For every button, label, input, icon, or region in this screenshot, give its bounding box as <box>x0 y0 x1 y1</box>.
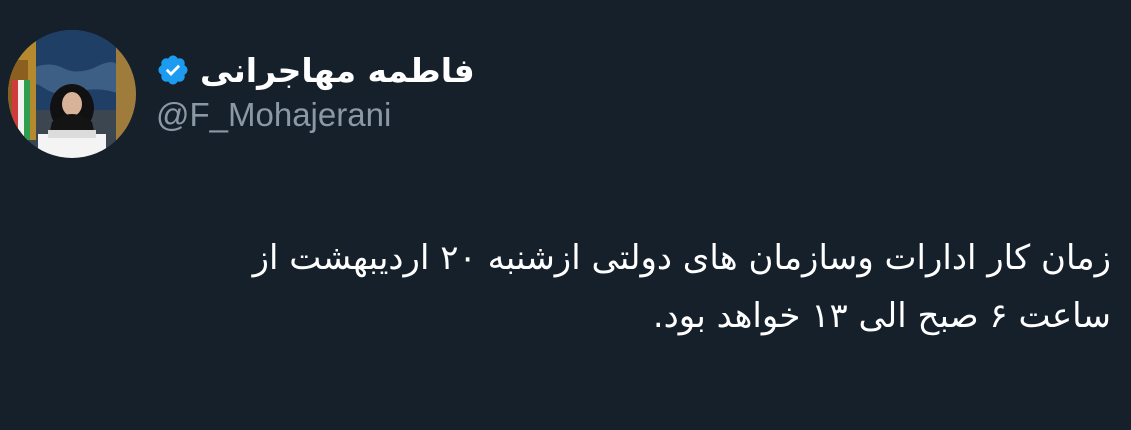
author-handle: @F_Mohajerani <box>156 96 392 133</box>
verified-badge-icon <box>158 55 188 85</box>
author-display-name: فاطمه مهاجرانی <box>200 50 475 90</box>
tweet-text-line-2: ساعت ۶ صبح الی ۱۳ خواهد بود. <box>652 296 1111 336</box>
tweet-author[interactable]: فاطمه مهاجرانی @F_Mohajerani <box>156 40 516 150</box>
avatar-photo <box>8 30 136 158</box>
author-name-row: فاطمه مهاجرانی <box>156 44 475 96</box>
profile-avatar[interactable] <box>8 30 136 158</box>
tweet-card: فاطمه مهاجرانی @F_Mohajerani زمان کار اد… <box>0 0 1131 430</box>
tweet-text-line-1: زمان کار ادارات وسازمان های دولتی ازشنبه… <box>252 238 1111 278</box>
tweet-text: زمان کار ادارات وسازمان های دولتی ازشنبه… <box>31 229 1111 345</box>
